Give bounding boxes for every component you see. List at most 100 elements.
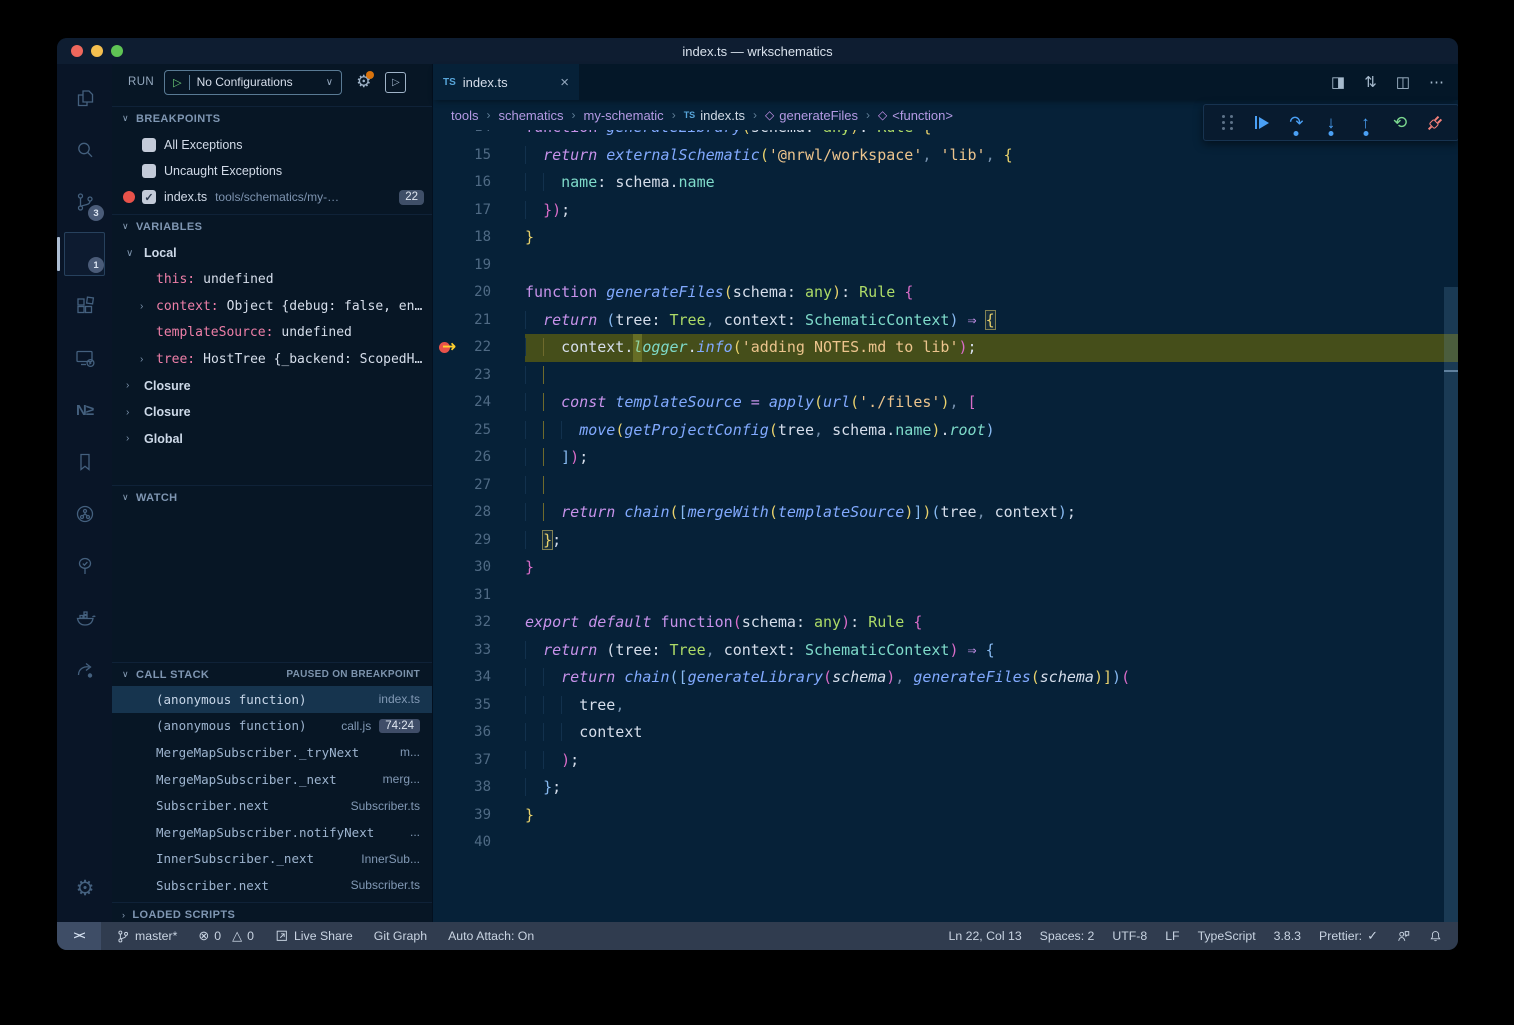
variable-row[interactable]: ›context:Object {debug: false, en… (112, 293, 432, 320)
remote-indicator[interactable]: >< (57, 922, 101, 950)
step-out-button[interactable]: ↑ (1354, 111, 1378, 135)
line-number[interactable]: 19 (433, 252, 491, 280)
split-editor-icon[interactable]: ◫ (1396, 73, 1410, 91)
auto-attach[interactable]: Auto Attach: On (448, 929, 534, 943)
line-number[interactable]: 37 (433, 747, 491, 775)
line-number[interactable]: 34 (433, 664, 491, 692)
variable-row[interactable]: templateSource:undefined (112, 320, 432, 347)
notifications[interactable] (1429, 929, 1442, 943)
sidebar-item-extensions[interactable] (61, 280, 108, 332)
chevron-down-icon[interactable]: ∨ (126, 248, 133, 259)
line-number[interactable]: 30 (433, 554, 491, 582)
compare-changes-icon[interactable]: ⇅ (1364, 73, 1377, 91)
live-share[interactable]: Live Share (275, 929, 353, 943)
line-number[interactable]: 38 (433, 774, 491, 802)
variables-scope-row[interactable]: ∨Local (112, 240, 432, 267)
configure-gear-button[interactable]: ⚙ (356, 72, 371, 92)
breakpoint-row[interactable]: All Exceptions (112, 132, 432, 158)
problems[interactable]: ⊗0△0 (198, 928, 254, 944)
disconnect-button[interactable] (1423, 111, 1447, 135)
breadcrumb-item[interactable]: schematics (498, 108, 563, 123)
variables-header[interactable]: ∨ VARIABLES (112, 214, 432, 238)
eol[interactable]: LF (1165, 929, 1179, 943)
git-branch[interactable]: master* (116, 929, 177, 944)
variable-row[interactable]: ›tree:HostTree {_backend: ScopedH… (112, 346, 432, 373)
line-number[interactable]: 32 (433, 609, 491, 637)
sidebar-item-explorer[interactable] (61, 72, 108, 124)
loaded-scripts-header[interactable]: › LOADED SCRIPTS (112, 902, 432, 922)
call-stack-frame[interactable]: MergeMapSubscriber._tryNextm... (112, 739, 432, 766)
chevron-right-icon[interactable]: › (126, 433, 129, 444)
sidebar-item-source-control[interactable]: 3 (61, 176, 108, 228)
step-into-button[interactable]: ↓ (1319, 111, 1343, 135)
restart-button[interactable]: ⟲ (1388, 111, 1412, 135)
line-number[interactable]: 23 (433, 362, 491, 390)
call-stack-frame[interactable]: MergeMapSubscriber.notifyNext... (112, 819, 432, 846)
encoding[interactable]: UTF-8 (1112, 929, 1147, 943)
open-debug-console-button[interactable]: ▷ (385, 72, 406, 93)
indentation[interactable]: Spaces: 2 (1040, 929, 1095, 943)
call-stack-frame[interactable]: (anonymous function)call.js74:24 (112, 713, 432, 740)
more-actions-icon[interactable]: ⋯ (1429, 73, 1444, 91)
call-stack-header[interactable]: ∨ CALL STACK PAUSED ON BREAKPOINT (112, 662, 432, 686)
breakpoints-header[interactable]: ∨ BREAKPOINTS (112, 106, 432, 130)
line-number[interactable]: 16 (433, 169, 491, 197)
chevron-right-icon[interactable]: › (126, 380, 129, 391)
line-number[interactable]: 14 (433, 130, 491, 142)
sidebar-item-search[interactable] (61, 124, 108, 176)
sidebar-item-bookmarks[interactable] (61, 436, 108, 488)
tab-index-ts[interactable]: TS index.ts × (433, 64, 579, 100)
breakpoint-checkbox[interactable] (142, 138, 156, 152)
breakpoint-checkbox[interactable] (142, 164, 156, 178)
line-number[interactable]: 26 (433, 444, 491, 472)
breadcrumb-item[interactable]: tools (451, 108, 478, 123)
sidebar-item-remote-explorer[interactable] (61, 332, 108, 384)
line-number[interactable]: 20 (433, 279, 491, 307)
language-mode[interactable]: TypeScript (1198, 929, 1256, 943)
editor-scrollbar[interactable] (1444, 287, 1458, 922)
line-number[interactable]: 28 (433, 499, 491, 527)
sidebar-item-project-share[interactable] (61, 644, 108, 696)
minimize-window-icon[interactable] (91, 45, 103, 57)
call-stack-frame[interactable]: (anonymous function)index.ts (112, 686, 432, 713)
line-number[interactable]: 17 (433, 197, 491, 225)
git-graph[interactable]: Git Graph (374, 929, 427, 943)
line-number[interactable]: 39 (433, 802, 491, 830)
call-stack-frame[interactable]: MergeMapSubscriber._nextmerg... (112, 766, 432, 793)
variables-scope-row[interactable]: ›Global (112, 426, 432, 453)
chevron-right-icon[interactable]: › (140, 354, 143, 365)
chevron-right-icon[interactable]: › (140, 301, 143, 312)
line-number[interactable]: 40 (433, 829, 491, 857)
continue-button[interactable] (1250, 111, 1274, 135)
breadcrumb-item[interactable]: my-schematic (584, 108, 664, 123)
feedback[interactable] (1396, 929, 1411, 943)
breadcrumb-item[interactable]: TSindex.ts (684, 108, 745, 123)
line-number[interactable]: 21 (433, 307, 491, 335)
breadcrumb-item[interactable]: ◇generateFiles (765, 108, 858, 123)
variables-scope-row[interactable]: ›Closure (112, 373, 432, 400)
line-number[interactable]: 35 (433, 692, 491, 720)
call-stack-frame[interactable]: Subscriber.nextSubscriber.ts (112, 872, 432, 899)
close-window-icon[interactable] (71, 45, 83, 57)
sidebar-item-nx-console[interactable]: N≥ (61, 384, 108, 436)
call-stack-frame[interactable]: Subscriber.nextSubscriber.ts (112, 792, 432, 819)
start-debug-icon[interactable]: ▷ (173, 76, 181, 89)
launch-config-dropdown[interactable]: ▷ No Configurations ∨ (164, 70, 342, 95)
debug-toolbar-grip[interactable] (1215, 111, 1239, 135)
step-over-button[interactable]: ↷ (1284, 111, 1308, 135)
prettier[interactable]: Prettier:✓ (1319, 928, 1378, 944)
breadcrumb-item[interactable]: ◇<function> (878, 108, 953, 123)
sidebar-item-settings[interactable]: ⚙ (61, 862, 108, 914)
watch-header[interactable]: ∨ WATCH (112, 485, 432, 509)
code-area[interactable]: 14function generateLibrary(schema: any):… (433, 130, 1458, 922)
line-number[interactable]: 24 (433, 389, 491, 417)
line-number[interactable]: 27 (433, 472, 491, 500)
variables-scope-row[interactable]: ›Closure (112, 399, 432, 426)
sidebar-item-git-history[interactable] (61, 488, 108, 540)
sidebar-item-docker[interactable] (61, 592, 108, 644)
call-stack-frame[interactable]: InnerSubscriber._nextInnerSub... (112, 846, 432, 873)
line-number[interactable]: 18 (433, 224, 491, 252)
sidebar-item-run-debug[interactable]: 1 (61, 228, 108, 280)
chevron-right-icon[interactable]: › (126, 407, 129, 418)
breakpoint-row[interactable]: ✓index.tstools/schematics/my-sch...22 (112, 184, 432, 210)
